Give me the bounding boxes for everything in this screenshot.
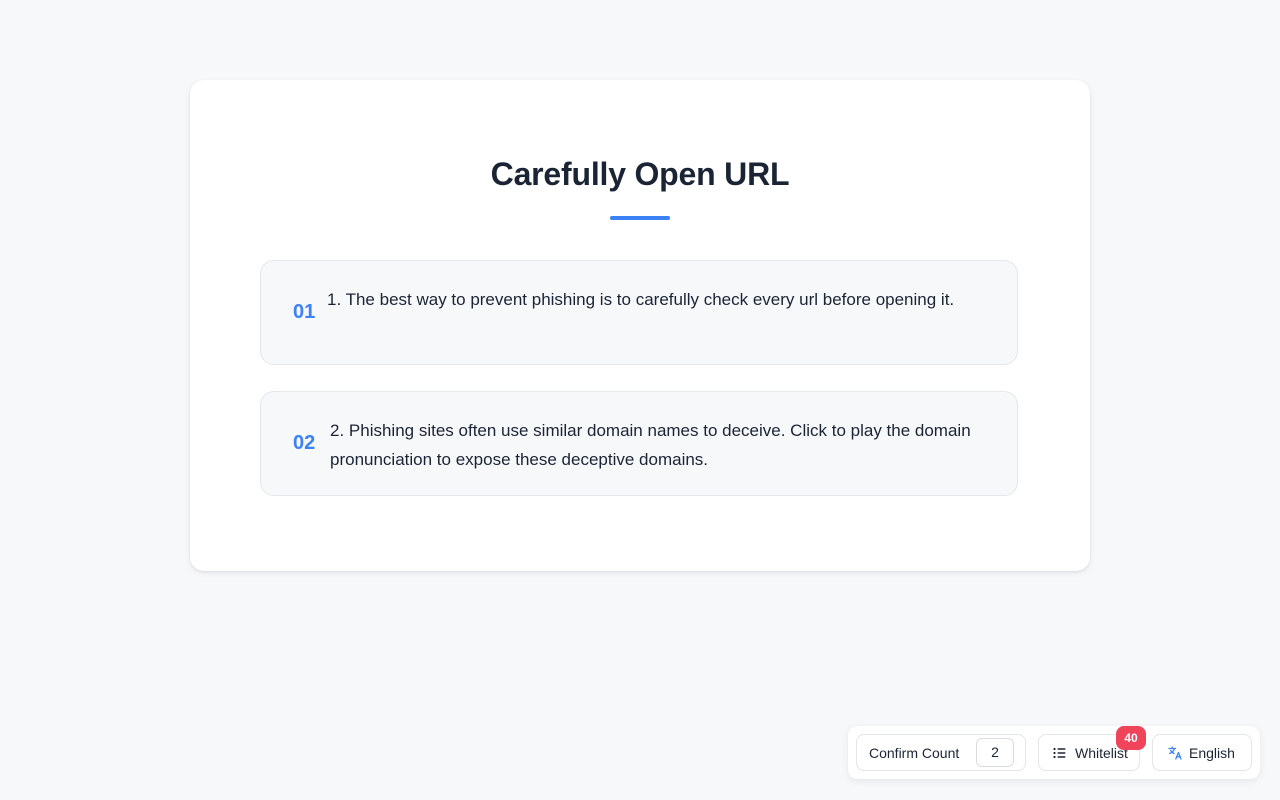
language-button[interactable]: English — [1152, 734, 1252, 771]
translate-icon — [1168, 745, 1183, 760]
confirm-count-label: Confirm Count — [869, 744, 960, 761]
tip-item: 02 2. Phishing sites often use similar d… — [260, 391, 1018, 496]
tip-text: 2. Phishing sites often use similar doma… — [330, 421, 971, 469]
tip-item: 01 1. The best way to prevent phishing i… — [260, 260, 1018, 365]
list-icon — [1053, 747, 1066, 759]
page-title: Carefully Open URL — [490, 156, 790, 192]
title-underline — [610, 216, 670, 220]
language-label: English — [1189, 744, 1235, 761]
confirm-count: Confirm Count 2 — [856, 734, 1026, 771]
confirm-count-value[interactable]: 2 — [976, 738, 1014, 767]
bottom-toolbar: Confirm Count 2 Whitelist 40 English — [848, 726, 1260, 779]
tip-text: 1. The best way to prevent phishing is t… — [327, 290, 955, 309]
tip-number: 01 — [293, 301, 316, 323]
whitelist-count-badge: 40 — [1116, 726, 1146, 750]
tip-number: 02 — [293, 432, 316, 454]
